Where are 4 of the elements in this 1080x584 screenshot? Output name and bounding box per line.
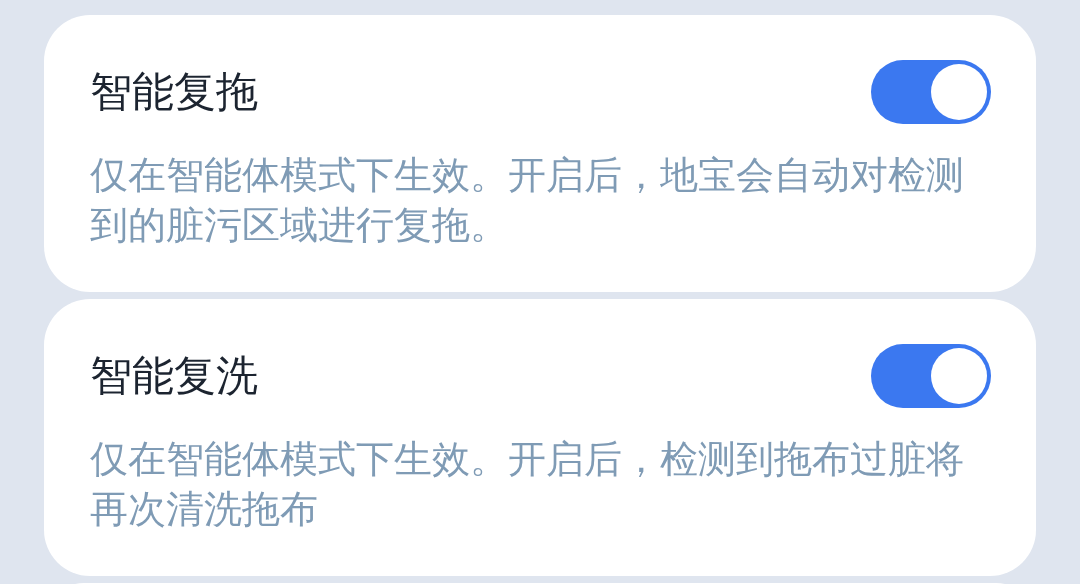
setting-title: 智能复拖 (90, 66, 258, 118)
setting-description: 仅在智能体模式下生效。开启后，检测到拖布过脏将再次清洗拖布 (90, 436, 965, 533)
setting-description: 仅在智能体模式下生效。开启后，地宝会自动对检测到的脏污区域进行复拖。 (90, 152, 965, 249)
setting-title: 智能复洗 (90, 350, 258, 402)
